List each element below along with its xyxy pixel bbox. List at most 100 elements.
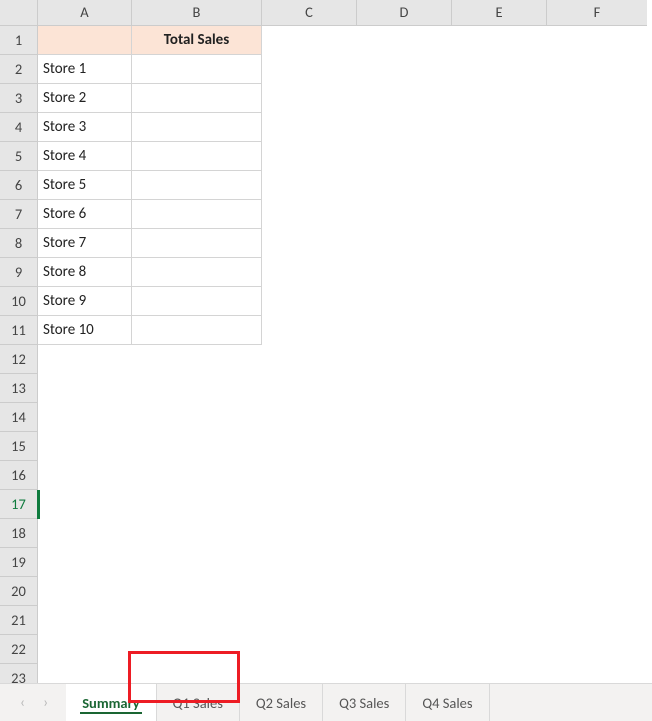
cell-A3[interactable]: Store 2	[38, 84, 132, 113]
cell-F6[interactable]	[547, 171, 647, 200]
cell-A18[interactable]	[38, 519, 132, 548]
cell-E6[interactable]	[452, 171, 547, 200]
cell-C12[interactable]	[262, 345, 357, 374]
cell-E10[interactable]	[452, 287, 547, 316]
cell-F19[interactable]	[547, 548, 647, 577]
cell-B16[interactable]	[132, 461, 262, 490]
row-header-9[interactable]: 9	[0, 258, 38, 287]
row-header-3[interactable]: 3	[0, 84, 38, 113]
cell-B7[interactable]	[132, 200, 262, 229]
cell-E16[interactable]	[452, 461, 547, 490]
cell-F16[interactable]	[547, 461, 647, 490]
cell-D4[interactable]	[357, 113, 452, 142]
cell-B6[interactable]	[132, 171, 262, 200]
row-header-15[interactable]: 15	[0, 432, 38, 461]
cell-E8[interactable]	[452, 229, 547, 258]
cell-A12[interactable]	[38, 345, 132, 374]
cell-E15[interactable]	[452, 432, 547, 461]
row-header-8[interactable]: 8	[0, 229, 38, 258]
cell-A13[interactable]	[38, 374, 132, 403]
cell-E2[interactable]	[452, 55, 547, 84]
cell-B22[interactable]	[132, 635, 262, 664]
row-header-21[interactable]: 21	[0, 606, 38, 635]
row-header-19[interactable]: 19	[0, 548, 38, 577]
cell-A7[interactable]: Store 6	[38, 200, 132, 229]
row-header-5[interactable]: 5	[0, 142, 38, 171]
cell-D17[interactable]	[357, 490, 452, 519]
cell-A21[interactable]	[38, 606, 132, 635]
cell-E13[interactable]	[452, 374, 547, 403]
cell-B13[interactable]	[132, 374, 262, 403]
row-header-1[interactable]: 1	[0, 26, 38, 55]
cell-A20[interactable]	[38, 577, 132, 606]
cell-E7[interactable]	[452, 200, 547, 229]
col-header-D[interactable]: D	[357, 0, 452, 26]
row-header-13[interactable]: 13	[0, 374, 38, 403]
row-header-18[interactable]: 18	[0, 519, 38, 548]
cell-C20[interactable]	[262, 577, 357, 606]
cell-F5[interactable]	[547, 142, 647, 171]
row-header-6[interactable]: 6	[0, 171, 38, 200]
cell-C6[interactable]	[262, 171, 357, 200]
cell-D19[interactable]	[357, 548, 452, 577]
cell-B21[interactable]	[132, 606, 262, 635]
row-header-2[interactable]: 2	[0, 55, 38, 84]
cell-E22[interactable]	[452, 635, 547, 664]
sheet-tab-summary[interactable]: Summary	[66, 684, 156, 721]
cell-B15[interactable]	[132, 432, 262, 461]
cell-D20[interactable]	[357, 577, 452, 606]
cell-A11[interactable]: Store 10	[38, 316, 132, 345]
cell-B5[interactable]	[132, 142, 262, 171]
cell-B10[interactable]	[132, 287, 262, 316]
cell-D14[interactable]	[357, 403, 452, 432]
cell-B20[interactable]	[132, 577, 262, 606]
cell-B4[interactable]	[132, 113, 262, 142]
cell-A8[interactable]: Store 7	[38, 229, 132, 258]
cell-F21[interactable]	[547, 606, 647, 635]
row-header-14[interactable]: 14	[0, 403, 38, 432]
cell-D15[interactable]	[357, 432, 452, 461]
cell-C13[interactable]	[262, 374, 357, 403]
cell-C2[interactable]	[262, 55, 357, 84]
cell-B2[interactable]	[132, 55, 262, 84]
cell-F11[interactable]	[547, 316, 647, 345]
cell-F15[interactable]	[547, 432, 647, 461]
cell-B3[interactable]	[132, 84, 262, 113]
cell-A2[interactable]: Store 1	[38, 55, 132, 84]
col-header-C[interactable]: C	[262, 0, 357, 26]
cell-A6[interactable]: Store 5	[38, 171, 132, 200]
cell-E19[interactable]	[452, 548, 547, 577]
row-header-20[interactable]: 20	[0, 577, 38, 606]
cell-A17[interactable]	[38, 490, 132, 519]
cell-D10[interactable]	[357, 287, 452, 316]
cell-B9[interactable]	[132, 258, 262, 287]
cell-E9[interactable]	[452, 258, 547, 287]
cell-E5[interactable]	[452, 142, 547, 171]
row-header-12[interactable]: 12	[0, 345, 38, 374]
cell-B1[interactable]: Total Sales	[132, 26, 262, 55]
cell-F20[interactable]	[547, 577, 647, 606]
cell-C21[interactable]	[262, 606, 357, 635]
row-header-10[interactable]: 10	[0, 287, 38, 316]
row-header-4[interactable]: 4	[0, 113, 38, 142]
col-header-A[interactable]: A	[38, 0, 132, 26]
select-all-corner[interactable]	[0, 0, 38, 26]
cell-F9[interactable]	[547, 258, 647, 287]
cell-F8[interactable]	[547, 229, 647, 258]
cell-B14[interactable]	[132, 403, 262, 432]
cell-B19[interactable]	[132, 548, 262, 577]
cell-E3[interactable]	[452, 84, 547, 113]
cell-C17[interactable]	[262, 490, 357, 519]
cell-D21[interactable]	[357, 606, 452, 635]
col-header-E[interactable]: E	[452, 0, 547, 26]
cell-C4[interactable]	[262, 113, 357, 142]
cell-D9[interactable]	[357, 258, 452, 287]
cell-E12[interactable]	[452, 345, 547, 374]
cell-F14[interactable]	[547, 403, 647, 432]
cell-F7[interactable]	[547, 200, 647, 229]
cell-F22[interactable]	[547, 635, 647, 664]
cell-F10[interactable]	[547, 287, 647, 316]
cell-C10[interactable]	[262, 287, 357, 316]
cell-D13[interactable]	[357, 374, 452, 403]
cell-D3[interactable]	[357, 84, 452, 113]
